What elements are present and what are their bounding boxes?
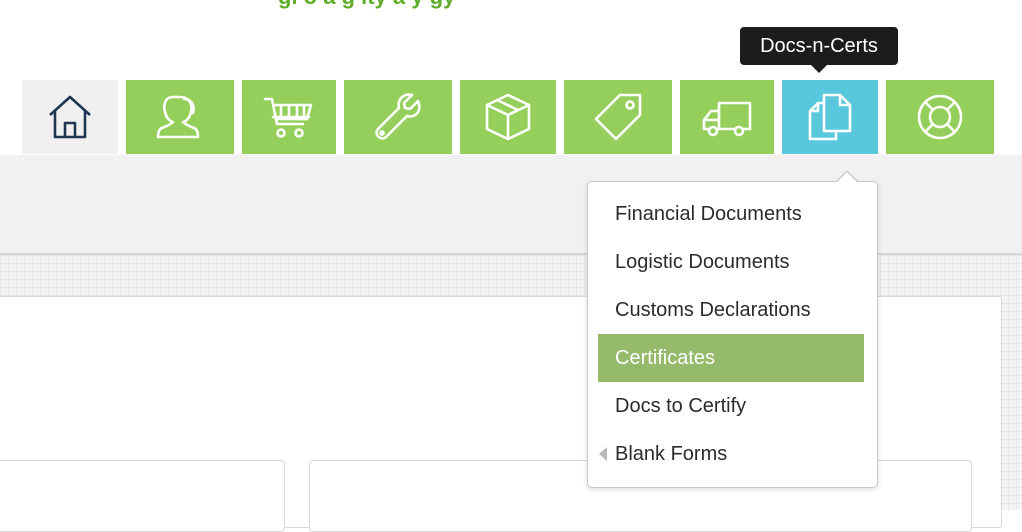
menu-item-blank-forms[interactable]: Blank Forms [598, 430, 864, 478]
nav-orders[interactable] [242, 80, 336, 154]
truck-icon [702, 101, 752, 137]
user-icon [156, 95, 200, 139]
menu-item-logistic-documents[interactable]: Logistic Documents [598, 238, 864, 286]
header-banner: gl o a g lty a y gy [0, 0, 1022, 10]
documents-icon [808, 93, 852, 141]
box-icon [485, 93, 531, 141]
menu-item-financial-documents[interactable]: Financial Documents [598, 190, 864, 238]
lifebuoy-icon [917, 94, 963, 140]
wrench-icon [375, 93, 421, 140]
nav-tools[interactable] [344, 80, 452, 154]
nav-docs-n-certs[interactable] [782, 80, 878, 154]
menu-item-docs-to-certify[interactable]: Docs to Certify [598, 382, 864, 430]
nav-shipping[interactable] [680, 80, 774, 154]
nav-products[interactable] [460, 80, 556, 154]
nav-support[interactable] [886, 80, 994, 154]
menu-item-customs-declarations[interactable]: Customs Declarations [598, 286, 864, 334]
tooltip-arrow [811, 65, 827, 73]
cart-icon [263, 97, 313, 138]
header-tagline: gl o a g lty a y gy [278, 0, 455, 10]
dropdown-caret-fill [836, 172, 858, 183]
home-icon [49, 95, 91, 139]
tag-icon [594, 93, 642, 141]
submenu-arrow-icon [599, 447, 607, 461]
nav-home[interactable] [22, 80, 118, 154]
nav-pricing[interactable] [564, 80, 672, 154]
nav-contacts[interactable] [126, 80, 234, 154]
content-card-left [0, 460, 285, 532]
menu-item-certificates[interactable]: Certificates [598, 334, 864, 382]
nav-tooltip: Docs-n-Certs [740, 27, 898, 65]
